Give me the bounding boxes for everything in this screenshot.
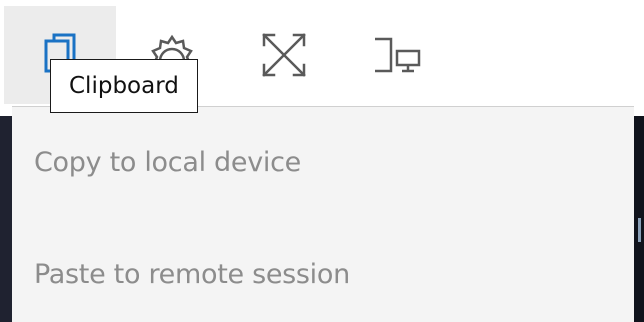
clipboard-tooltip: Clipboard <box>50 59 198 113</box>
fullscreen-icon <box>262 33 306 77</box>
clipboard-menu: Copy to local device Paste to remote ses… <box>12 106 634 322</box>
fullscreen-button[interactable] <box>228 6 340 104</box>
copy-to-local-device-item[interactable]: Copy to local device <box>34 147 301 178</box>
display-devices-button[interactable] <box>340 6 452 104</box>
session-content-fragment <box>638 218 641 242</box>
paste-to-remote-session-item[interactable]: Paste to remote session <box>34 259 350 290</box>
remote-session-background <box>634 116 644 322</box>
tooltip-text: Clipboard <box>69 73 179 99</box>
remote-session-background <box>0 116 12 322</box>
display-devices-icon <box>375 37 421 73</box>
